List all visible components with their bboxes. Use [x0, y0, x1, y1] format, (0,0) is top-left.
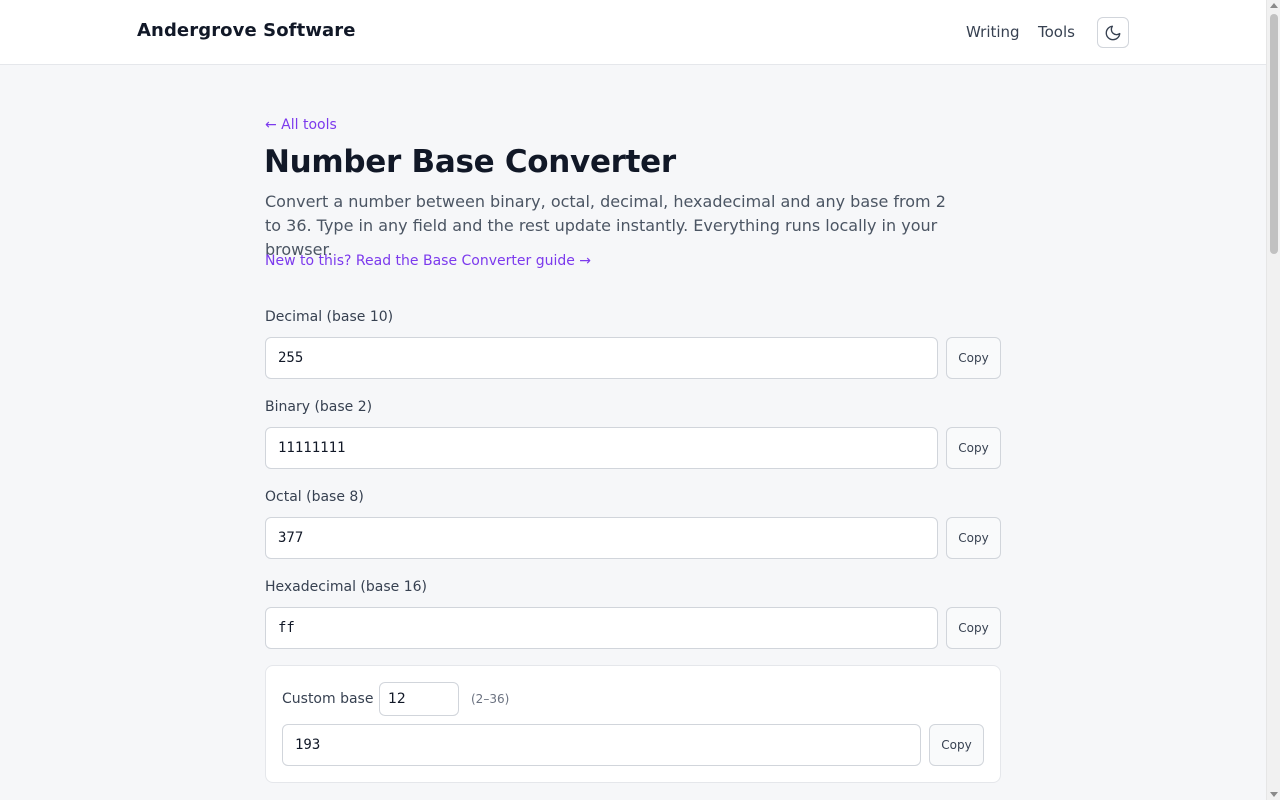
custom-base-value-input[interactable]: [282, 724, 921, 766]
scroll-up-arrow-icon[interactable]: [1270, 3, 1278, 8]
page-scrollbar[interactable]: [1266, 0, 1280, 800]
brand-logo-text[interactable]: Andergrove Software: [137, 20, 356, 41]
theme-toggle-button[interactable]: [1097, 17, 1129, 48]
moon-icon: [1105, 25, 1121, 40]
page-title: Number Base Converter: [264, 144, 676, 180]
scroll-down-arrow-icon[interactable]: [1270, 792, 1278, 797]
decimal-label: Decimal (base 10): [265, 309, 394, 325]
nav-link-writing[interactable]: Writing: [966, 23, 1020, 41]
octal-label: Octal (base 8): [265, 489, 364, 505]
decimal-copy-button[interactable]: Copy: [946, 337, 1001, 379]
hexadecimal-label: Hexadecimal (base 16): [265, 579, 427, 595]
binary-copy-button[interactable]: Copy: [946, 427, 1001, 469]
octal-copy-button[interactable]: Copy: [946, 517, 1001, 559]
top-bar: Andergrove Software Writing Tools: [0, 0, 1266, 65]
decimal-input[interactable]: [265, 337, 938, 379]
binary-input[interactable]: [265, 427, 938, 469]
binary-label: Binary (base 2): [265, 399, 373, 415]
nav-link-tools[interactable]: Tools: [1038, 23, 1075, 41]
custom-base-number-input[interactable]: [379, 682, 459, 716]
scroll-thumb[interactable]: [1270, 14, 1278, 254]
page-description: Convert a number between binary, octal, …: [265, 192, 946, 259]
back-to-all-tools-link[interactable]: ← All tools: [265, 117, 337, 133]
custom-base-label: Custom base: [282, 691, 374, 707]
base-range-hint: (2–36): [471, 692, 510, 706]
hexadecimal-input[interactable]: [265, 607, 938, 649]
hexadecimal-copy-button[interactable]: Copy: [946, 607, 1001, 649]
custom-base-copy-button[interactable]: Copy: [929, 724, 984, 766]
guide-link[interactable]: New to this? Read the Base Converter gui…: [265, 253, 591, 269]
custom-base-panel: Custom base (2–36) Copy: [265, 665, 1001, 783]
octal-input[interactable]: [265, 517, 938, 559]
